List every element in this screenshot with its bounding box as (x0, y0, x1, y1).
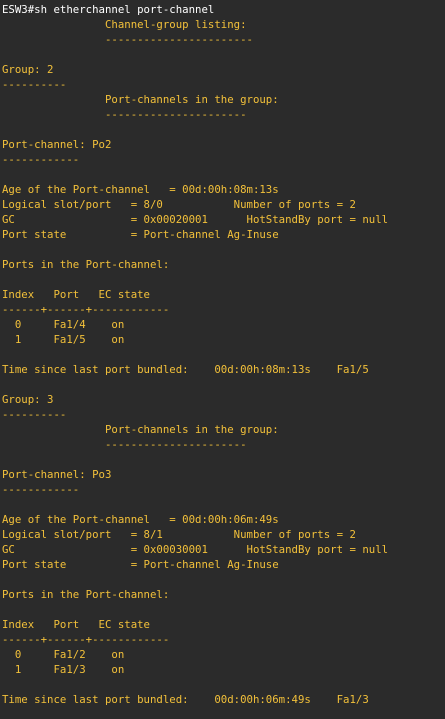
terminal-output-line: ---------------------- (2, 438, 247, 451)
terminal-output-line: Port state = Port-channel Ag-Inuse (2, 228, 279, 241)
terminal-output-line: 0 Fa1/2 on (2, 648, 125, 661)
terminal-output-line: Age of the Port-channel = 00d:00h:06m:49… (2, 513, 279, 526)
terminal-output-line: ------+------+------------ (2, 303, 170, 316)
terminal-output-line: Age of the Port-channel = 00d:00h:08m:13… (2, 183, 279, 196)
terminal-output-line: GC = 0x00020001 HotStandBy port = null (2, 213, 389, 226)
terminal-output-line: ---------- (2, 408, 67, 421)
terminal-output-line: ---------------------- (2, 108, 247, 121)
terminal-output-line: Time since last port bundled: 00d:00h:08… (2, 363, 369, 376)
terminal-output-line: Logical slot/port = 8/0 Number of ports … (2, 198, 356, 211)
terminal-output-line: 1 Fa1/5 on (2, 333, 125, 346)
terminal-output-line: Ports in the Port-channel: (2, 258, 170, 271)
terminal-window[interactable]: ESW3#sh etherchannel port-channel Channe… (0, 0, 445, 719)
terminal-output-line: Time since last port bundled: 00d:00h:06… (2, 693, 369, 706)
terminal-output-line: Index Port EC state (2, 618, 150, 631)
terminal-output-line: ----------------------- (2, 33, 253, 46)
terminal-output-line: Ports in the Port-channel: (2, 588, 170, 601)
terminal-output-line: Index Port EC state (2, 288, 150, 301)
terminal-output-line: Port-channel: Po2 (2, 138, 112, 151)
terminal-output-line: ------------ (2, 153, 80, 166)
command-prompt-line: ESW3#sh etherchannel port-channel (2, 3, 215, 16)
terminal-output-line: ------------ (2, 483, 80, 496)
terminal-output-line: Port-channels in the group: (2, 93, 279, 106)
terminal-output-line: Port-channel: Po3 (2, 468, 112, 481)
terminal-output-line: Group: 3 (2, 393, 54, 406)
terminal-output-line: Port state = Port-channel Ag-Inuse (2, 558, 279, 571)
terminal-output-line: GC = 0x00030001 HotStandBy port = null (2, 543, 389, 556)
terminal-output-line: Channel-group listing: (2, 18, 247, 31)
terminal-output-line: ---------- (2, 78, 67, 91)
terminal-output-line: ------+------+------------ (2, 633, 170, 646)
terminal-output-line: 0 Fa1/4 on (2, 318, 125, 331)
terminal-output-line: 1 Fa1/3 on (2, 663, 125, 676)
terminal-output-line: Group: 2 (2, 63, 54, 76)
terminal-output-line: Port-channels in the group: (2, 423, 279, 436)
terminal-output-line: Logical slot/port = 8/1 Number of ports … (2, 528, 356, 541)
